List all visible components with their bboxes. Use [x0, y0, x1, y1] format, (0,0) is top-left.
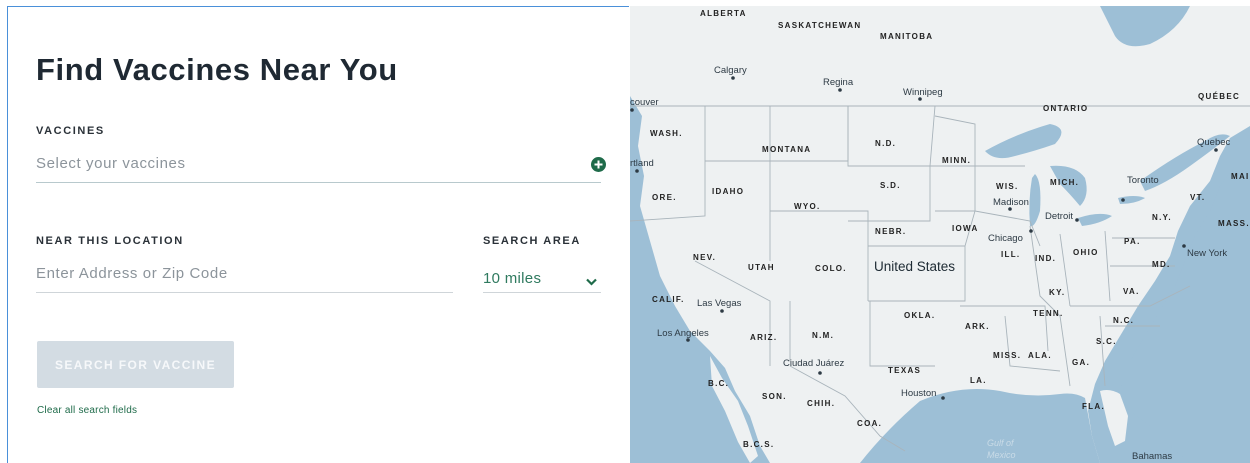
label-mass: MASS. — [1218, 219, 1250, 228]
label-fla: FLA. — [1082, 402, 1105, 411]
label-nm: N.M. — [812, 331, 834, 340]
label-iowa: IOWA — [952, 224, 979, 233]
water-label-mexico: Mexico — [987, 450, 1016, 460]
city-bahamas: Bahamas — [1132, 451, 1172, 462]
label-alberta: ALBERTA — [700, 9, 747, 18]
label-pa: PA. — [1124, 237, 1141, 246]
vaccines-underline — [36, 182, 601, 183]
label-quebec: QUÉBEC — [1198, 92, 1240, 101]
label-nc: N.C. — [1113, 316, 1134, 325]
city-new-york: New York — [1187, 248, 1227, 259]
chevron-down-icon[interactable] — [586, 273, 597, 291]
label-united-states: United States — [874, 259, 955, 274]
label-minn: MINN. — [942, 156, 971, 165]
label-wash: WASH. — [650, 129, 683, 138]
label-tenn: TENN. — [1033, 309, 1064, 318]
label-bc-mexico: B.C. — [708, 379, 729, 388]
city-calgary: Calgary — [714, 65, 747, 76]
city-detroit: Detroit — [1045, 211, 1073, 222]
search-area-underline — [483, 292, 601, 293]
city-toronto: Toronto — [1127, 175, 1159, 186]
water-label-gulf: Gulf of — [987, 438, 1015, 448]
label-nev: NEV. — [693, 253, 716, 262]
label-ill: ILL. — [1001, 250, 1020, 259]
label-ontario: ONTARIO — [1043, 104, 1088, 113]
city-las-vegas: Las Vegas — [697, 298, 742, 309]
search-panel: Find Vaccines Near You VACCINES Select y… — [7, 6, 629, 463]
label-ala: ALA. — [1028, 351, 1052, 360]
vaccines-label: VACCINES — [36, 125, 105, 137]
label-miss: MISS. — [993, 351, 1021, 360]
app-frame: Find Vaccines Near You VACCINES Select y… — [0, 0, 1250, 463]
location-input[interactable]: Enter Address or Zip Code — [36, 265, 228, 282]
label-manitoba: MANITOBA — [880, 32, 933, 41]
label-la: LA. — [970, 376, 987, 385]
city-vancouver: couver — [630, 97, 659, 108]
label-md: MD. — [1152, 260, 1171, 269]
location-underline — [36, 292, 453, 293]
label-ohio: OHIO — [1073, 248, 1099, 257]
label-ore: ORE. — [652, 193, 677, 202]
label-texas: TEXAS — [888, 366, 921, 375]
label-maine: MAIN — [1231, 172, 1250, 181]
label-ny: N.Y. — [1152, 213, 1172, 222]
add-vaccine-icon[interactable] — [591, 157, 606, 172]
clear-search-fields-link[interactable]: Clear all search fields — [37, 405, 137, 416]
page-title: Find Vaccines Near You — [36, 52, 398, 87]
label-vt: VT. — [1190, 193, 1205, 202]
label-coa: COA. — [857, 419, 882, 428]
label-sd: S.D. — [880, 181, 901, 190]
label-bcs: B.C.S. — [743, 440, 774, 449]
label-montana: MONTANA — [762, 145, 811, 154]
label-sc: S.C. — [1096, 337, 1117, 346]
label-ariz: ARIZ. — [750, 333, 777, 342]
label-okla: OKLA. — [904, 311, 935, 320]
city-ciudad-juarez: Ciudad Juárez — [783, 358, 845, 369]
label-nd: N.D. — [875, 139, 896, 148]
label-wyo: WYO. — [794, 202, 821, 211]
label-saskatchewan: SASKATCHEWAN — [778, 21, 861, 30]
search-area-label: SEARCH AREA — [483, 235, 581, 247]
city-chicago: Chicago — [988, 233, 1023, 244]
label-son: SON. — [762, 392, 787, 401]
city-winnipeg: Winnipeg — [903, 87, 943, 98]
city-los-angeles: Los Angeles — [657, 328, 709, 339]
label-ky: KY. — [1049, 288, 1065, 297]
location-label: NEAR THIS LOCATION — [36, 235, 184, 247]
map-canvas[interactable]: ALBERTA SASKATCHEWAN MANITOBA ONTARIO QU… — [630, 6, 1250, 463]
city-quebec: Quebec — [1197, 137, 1231, 148]
label-ind: IND. — [1035, 254, 1056, 263]
search-for-vaccine-button[interactable]: SEARCH FOR VACCINE — [37, 341, 234, 388]
city-madison: Madison — [993, 197, 1029, 208]
label-wis: WIS. — [996, 182, 1019, 191]
city-houston: Houston — [901, 388, 936, 399]
label-ga: GA. — [1072, 358, 1090, 367]
label-va: VA. — [1123, 287, 1140, 296]
label-nebr: NEBR. — [875, 227, 906, 236]
label-calif: CALIF. — [652, 295, 685, 304]
city-regina: Regina — [823, 77, 854, 88]
search-area-select[interactable]: 10 miles — [483, 270, 600, 290]
label-idaho: IDAHO — [712, 187, 744, 196]
label-colo: COLO. — [815, 264, 847, 273]
label-utah: UTAH — [748, 263, 775, 272]
label-chih: CHIH. — [807, 399, 835, 408]
vaccines-select[interactable]: Select your vaccines — [36, 155, 186, 172]
label-mich: MICH. — [1050, 178, 1079, 187]
map-view[interactable]: ALBERTA SASKATCHEWAN MANITOBA ONTARIO QU… — [630, 6, 1250, 463]
city-portland: rtland — [630, 158, 654, 169]
label-ark: ARK. — [965, 322, 990, 331]
